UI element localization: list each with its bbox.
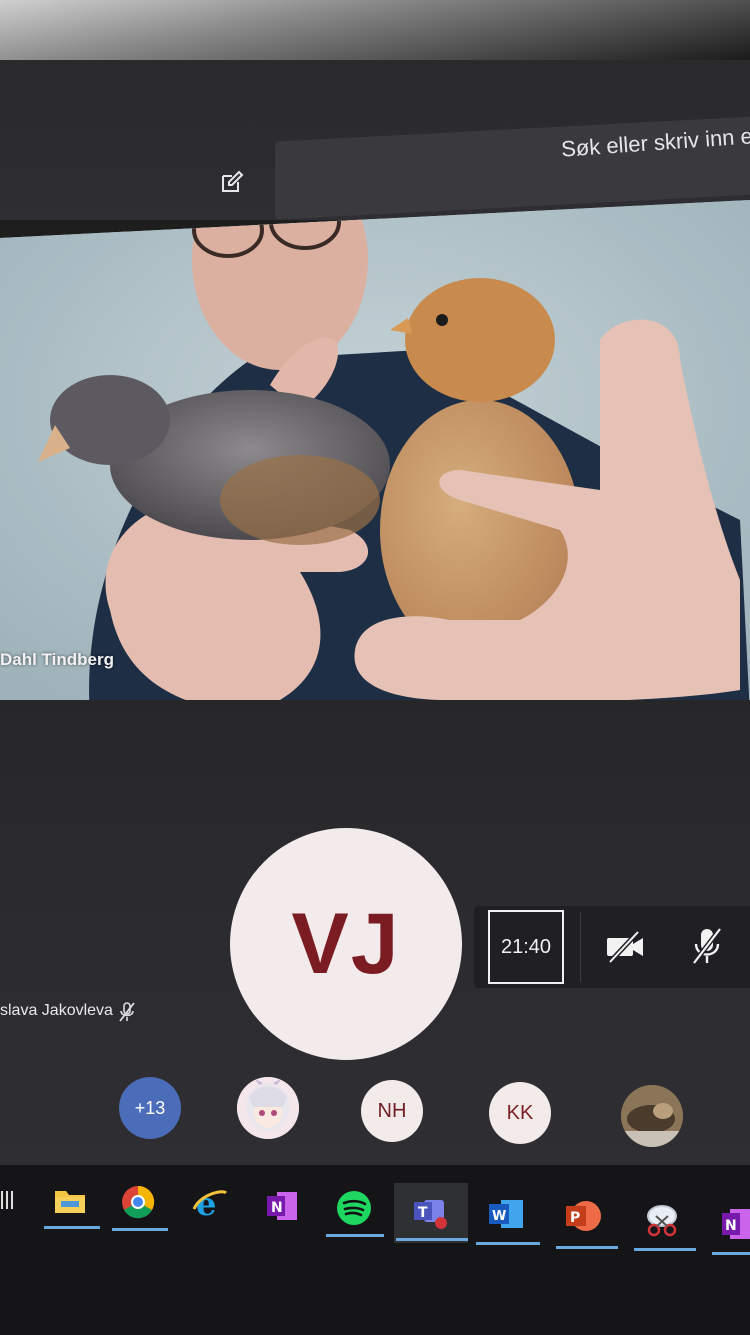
call-timer: 21:40	[488, 910, 564, 984]
controls-divider	[580, 912, 581, 982]
taskbar-indicator	[112, 1228, 168, 1231]
video-feed	[0, 200, 750, 715]
svg-text:P: P	[570, 1210, 580, 1226]
internet-explorer-icon[interactable]: e	[190, 1184, 230, 1224]
svg-text:W: W	[492, 1209, 506, 1224]
avatar-initials: VJ	[291, 895, 401, 992]
new-chat-icon[interactable]	[218, 168, 246, 196]
participant-avatar-photo[interactable]	[621, 1085, 683, 1147]
chrome-icon[interactable]	[118, 1182, 158, 1222]
file-explorer-icon[interactable]	[50, 1181, 90, 1221]
taskbar-indicator	[634, 1248, 696, 1251]
task-view-icon[interactable]	[0, 1180, 14, 1220]
svg-text:N: N	[271, 1200, 283, 1216]
onenote-icon[interactable]: N	[720, 1204, 750, 1244]
word-icon[interactable]: W	[486, 1194, 526, 1234]
taskbar-indicator	[44, 1226, 100, 1229]
more-participants-badge[interactable]: +13	[119, 1077, 181, 1139]
microphone-off-icon[interactable]	[690, 926, 724, 966]
active-speaker-avatar[interactable]: VJ	[230, 828, 462, 1060]
video-participant-name: Dahl Tindberg	[0, 650, 114, 669]
mic-off-icon	[117, 1001, 137, 1023]
screen-bezel	[0, 0, 750, 60]
teams-icon[interactable]: T	[410, 1192, 450, 1232]
spotify-icon[interactable]	[334, 1188, 374, 1228]
participant-avatar-kk[interactable]: KK	[489, 1082, 551, 1144]
svg-text:N: N	[725, 1218, 737, 1234]
taskbar-indicator	[326, 1234, 384, 1237]
participant-avatar-nh[interactable]: NH	[361, 1080, 423, 1142]
svg-text:T: T	[418, 1205, 428, 1221]
camera-off-icon[interactable]	[604, 930, 646, 964]
taskbar-indicator	[556, 1246, 618, 1249]
taskbar-indicator	[396, 1238, 468, 1241]
participant-name-label: slava Jakovleva	[0, 1002, 113, 1019]
taskbar-indicator	[712, 1252, 750, 1255]
powerpoint-icon[interactable]: P	[563, 1196, 603, 1236]
taskbar-indicator	[476, 1242, 540, 1245]
onenote-icon[interactable]: N	[262, 1186, 302, 1226]
snipping-tool-icon[interactable]	[643, 1200, 683, 1240]
participant-avatar-image[interactable]	[237, 1077, 299, 1139]
